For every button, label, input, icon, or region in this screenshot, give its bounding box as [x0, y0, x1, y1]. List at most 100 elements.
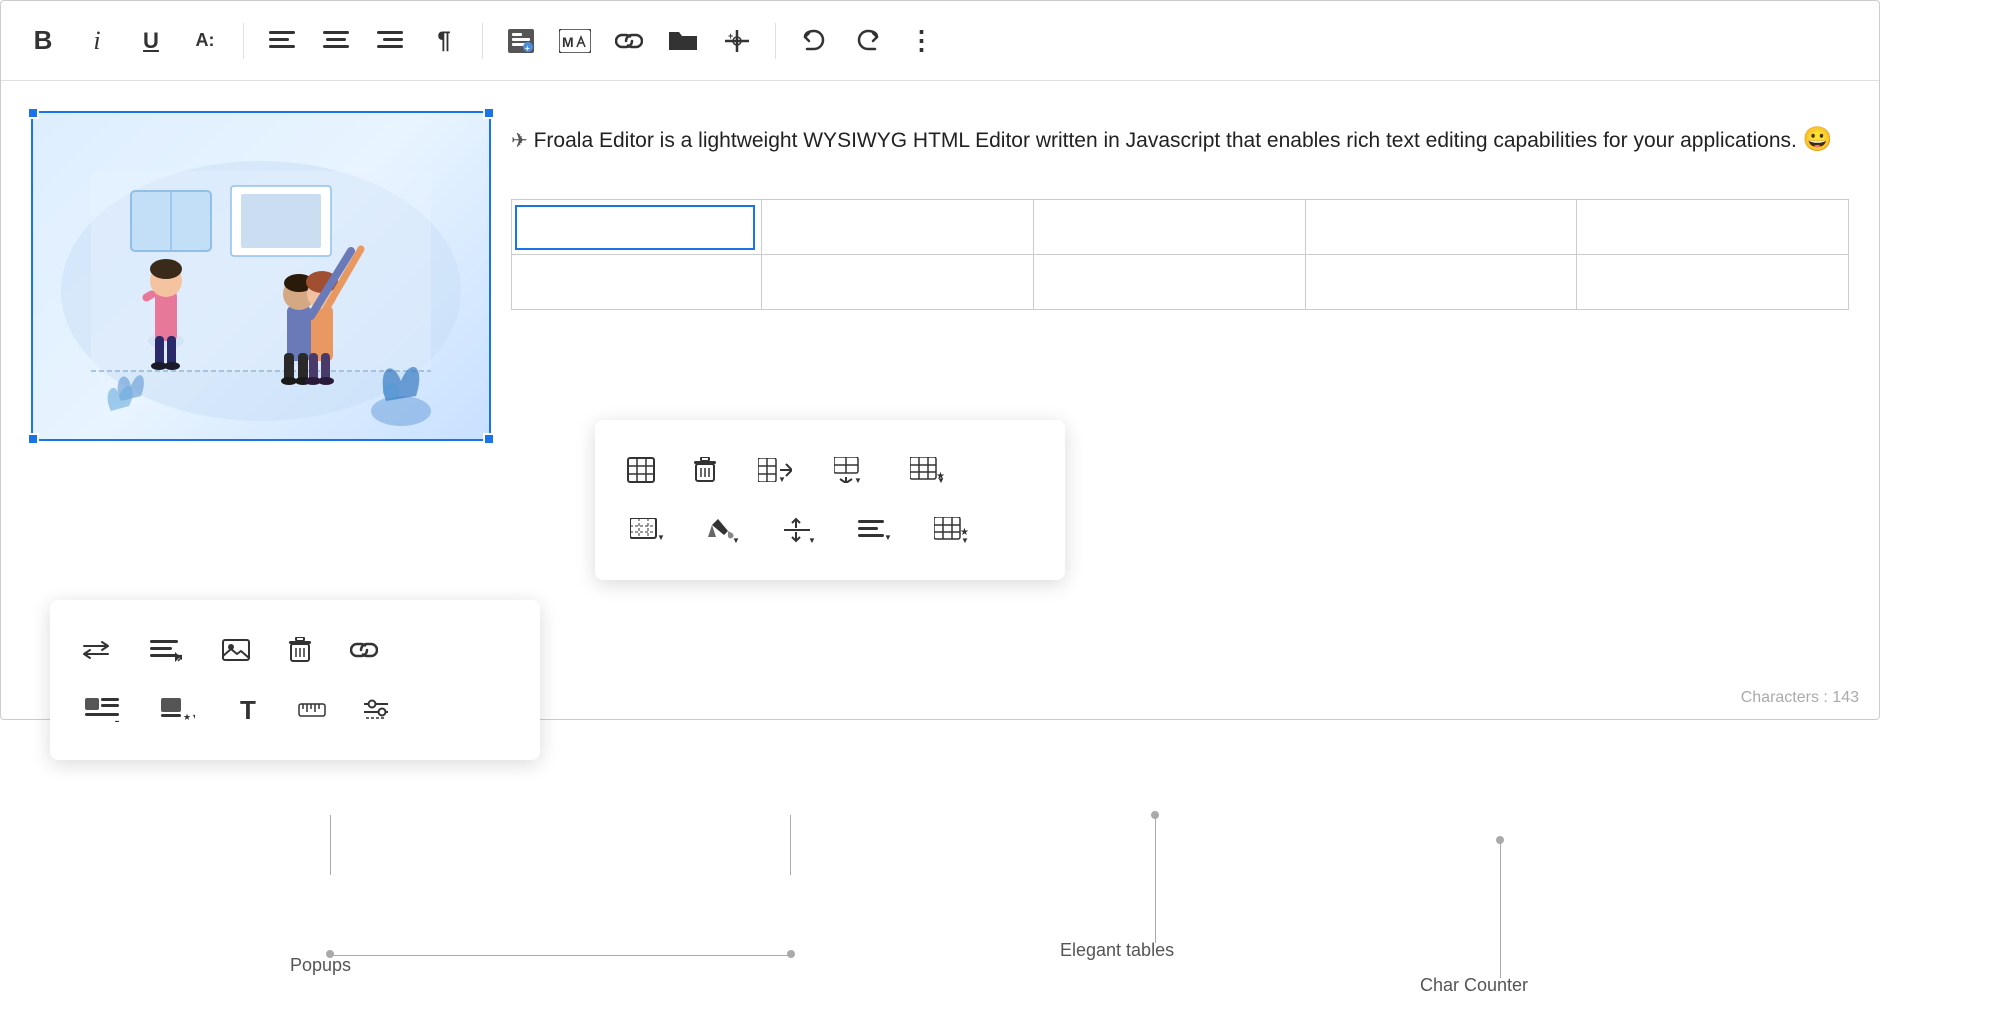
popups-line-1 — [330, 815, 331, 875]
image-swap-button[interactable] — [74, 628, 118, 672]
insert-icon: + — [723, 28, 751, 54]
swap-icon — [82, 638, 110, 662]
table-style2-button[interactable]: ★ ▼ — [923, 508, 979, 552]
text-content: ✈ Froala Editor is a lightweight WYSIWYG… — [511, 111, 1849, 709]
table-container — [511, 199, 1849, 310]
image-link-button[interactable] — [342, 628, 386, 672]
table-popup-row-1: ▼ ▼ ★ ▼ — [619, 440, 1041, 500]
redo-button[interactable] — [846, 19, 890, 63]
content-table[interactable] — [511, 199, 1849, 310]
svg-text:▼: ▼ — [657, 533, 664, 542]
table-cell-r2-2[interactable] — [1033, 255, 1305, 310]
svg-text:▼: ▼ — [884, 533, 892, 542]
align-left-icon — [269, 30, 295, 52]
wrap-icon: ▼ — [85, 698, 119, 722]
table-row-2 — [512, 255, 1849, 310]
more-button[interactable]: ⋮ — [900, 19, 944, 63]
svg-text:▼: ▼ — [778, 475, 786, 482]
insert-button[interactable]: + — [715, 19, 759, 63]
svg-text:▼: ▼ — [732, 536, 740, 543]
track-changes-button[interactable]: + — [499, 19, 543, 63]
toolbar: B i U A: — [1, 1, 1879, 81]
align-left-button[interactable] — [260, 19, 304, 63]
editor-paragraph[interactable]: ✈ Froala Editor is a lightweight WYSIWYG… — [511, 121, 1849, 159]
popups-hline — [330, 955, 790, 956]
folder-icon — [667, 28, 699, 54]
editor-text-content: Froala Editor is a lightweight WYSIWYG H… — [534, 129, 1797, 152]
char-counter-dot — [1496, 836, 1504, 844]
image-container[interactable] — [31, 111, 491, 441]
align-right-button[interactable] — [368, 19, 412, 63]
image-insert-button[interactable] — [214, 628, 258, 672]
link-button[interactable] — [607, 19, 651, 63]
svg-text:+: + — [525, 44, 530, 53]
table-cell-active[interactable] — [512, 200, 762, 255]
table-cell-r2-1[interactable] — [762, 255, 1034, 310]
font-color-button[interactable]: A: — [183, 19, 227, 63]
table-cell-1[interactable] — [762, 200, 1034, 255]
fill-color-icon: ▼ — [706, 517, 740, 543]
valign-icon: ▼ — [782, 517, 816, 543]
table-row-below-button[interactable]: ▼ — [823, 448, 879, 492]
image-icon — [222, 638, 250, 662]
popups-dot-right — [787, 950, 795, 958]
image-text-button[interactable]: T — [226, 688, 270, 732]
char-counter-line — [1500, 840, 1501, 978]
italic-icon: i — [93, 26, 100, 56]
popups-dot-left — [326, 950, 334, 958]
table-style-button[interactable]: ★ ▼ — [899, 448, 955, 492]
svg-text:▼: ▼ — [854, 476, 862, 483]
table-popup: ▼ ▼ ★ ▼ — [595, 420, 1065, 580]
folder-button[interactable] — [661, 19, 705, 63]
row-below-icon: ▼ — [834, 457, 868, 483]
image-sliders-button[interactable] — [354, 688, 398, 732]
table-row — [512, 200, 1849, 255]
image-delete-button[interactable] — [278, 628, 322, 672]
underline-button[interactable]: U — [129, 19, 173, 63]
table-input-field[interactable] — [515, 205, 755, 250]
table-col-right-button[interactable]: ▼ — [747, 448, 803, 492]
italic-button[interactable]: i — [75, 19, 119, 63]
image-wrap-button[interactable]: ▼ — [74, 688, 130, 732]
popups-line-2 — [790, 815, 791, 875]
table-icon-button[interactable] — [619, 448, 663, 492]
table-cell-4[interactable] — [1577, 200, 1849, 255]
emoji-grin: 😀 — [1803, 126, 1833, 153]
align-right-icon — [377, 30, 403, 52]
image-placeholder — [31, 111, 491, 441]
char-counter-label: Char Counter — [1420, 975, 1528, 996]
table-delete-button[interactable] — [683, 448, 727, 492]
table-cell-3[interactable] — [1305, 200, 1577, 255]
image-ruler-button[interactable] — [290, 688, 334, 732]
align-menu-icon: ▼ — [150, 638, 182, 662]
table-fill-button[interactable]: ▼ — [695, 508, 751, 552]
border-style-icon: ▼ — [630, 518, 664, 542]
table-cell-r2-3[interactable] — [1305, 255, 1577, 310]
table-cell-2[interactable] — [1033, 200, 1305, 255]
image-caption-button[interactable]: ★▼ — [150, 688, 206, 732]
svg-text:+: + — [728, 31, 733, 41]
image-align-button[interactable]: ▼ — [138, 628, 194, 672]
svg-text:★▼: ★▼ — [183, 712, 195, 722]
svg-text:▼: ▼ — [961, 536, 968, 543]
popups-label: Popups — [290, 955, 351, 976]
halign-icon: ▼ — [858, 518, 892, 542]
table-halign-button[interactable]: ▼ — [847, 508, 903, 552]
bold-icon: B — [34, 25, 53, 56]
bold-button[interactable]: B — [21, 19, 65, 63]
send-icon-symbol: ✈ — [511, 130, 528, 152]
undo-button[interactable] — [792, 19, 836, 63]
table-cell-r2-0[interactable] — [512, 255, 762, 310]
delete-icon — [289, 637, 311, 663]
sliders-icon — [362, 698, 390, 722]
paragraph-button[interactable]: ¶ — [422, 19, 466, 63]
table-valign-button[interactable]: ▼ — [771, 508, 827, 552]
text-icon: T — [240, 695, 256, 726]
table-border-button[interactable]: ▼ — [619, 508, 675, 552]
divider-3 — [775, 23, 776, 59]
align-center-button[interactable] — [314, 19, 358, 63]
table-cell-r2-4[interactable] — [1577, 255, 1849, 310]
elegant-tables-dot — [1151, 811, 1159, 819]
undo-icon — [801, 29, 827, 53]
markdown-button[interactable]: M — [553, 19, 597, 63]
